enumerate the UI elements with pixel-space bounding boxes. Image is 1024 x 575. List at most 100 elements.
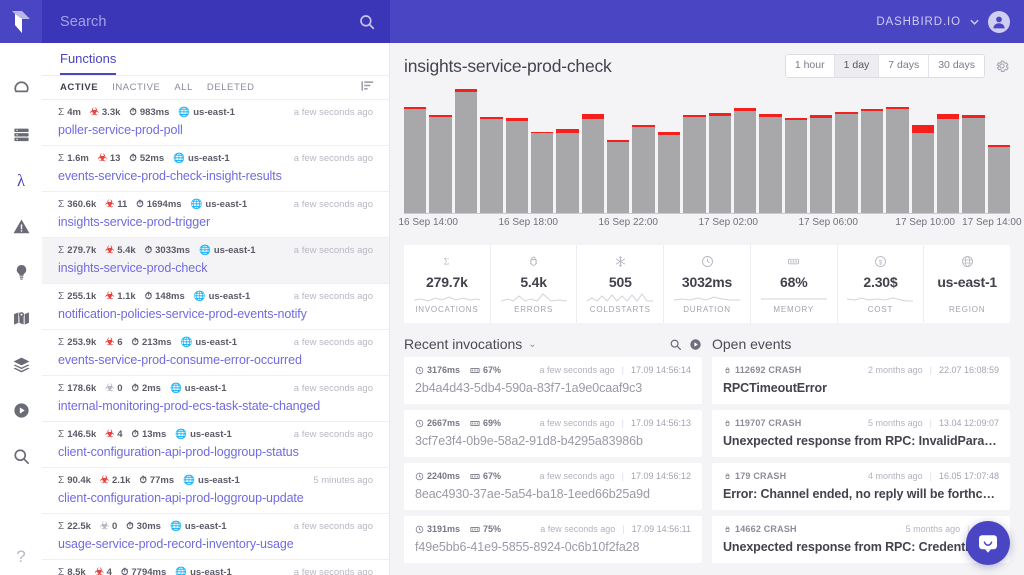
invocation-card[interactable]: 2240ms67%a few seconds ago|17.09 14:56:1… <box>404 463 702 510</box>
filter-deleted[interactable]: DELETED <box>207 82 255 93</box>
sidebar-item-play[interactable] <box>0 391 42 429</box>
chart-bar-error-cap <box>455 89 477 92</box>
sidebar-item-insights[interactable] <box>0 253 42 291</box>
chart-bar[interactable] <box>429 115 451 214</box>
sidebar-item-dashboard[interactable] <box>0 69 42 107</box>
function-name[interactable]: events-service-prod-consume-error-occurr… <box>58 353 373 367</box>
search-icon[interactable] <box>358 13 376 31</box>
global-search[interactable] <box>42 0 390 43</box>
time-range-1-day[interactable]: 1 day <box>835 55 880 77</box>
search-icon[interactable] <box>669 338 682 351</box>
invocations-chart[interactable]: 16 Sep 14:0016 Sep 18:0016 Sep 22:0017 S… <box>390 89 1024 239</box>
stat-coldstarts[interactable]: 505COLDSTARTS <box>577 245 664 323</box>
open-event-card[interactable]: 179 CRASH4 months ago|16.05 17:07:48Erro… <box>712 463 1010 510</box>
play-circle-icon[interactable] <box>689 338 702 351</box>
chart-bar[interactable] <box>759 114 781 214</box>
chart-bar[interactable] <box>632 125 654 214</box>
function-name[interactable]: internal-monitoring-prod-ecs-task-state-… <box>58 399 373 413</box>
stat-region[interactable]: us-east-1REGION <box>924 245 1010 323</box>
chart-bar[interactable] <box>480 117 502 215</box>
open-event-card[interactable]: 119707 CRASH5 months ago|13.04 12:09:07U… <box>712 410 1010 457</box>
function-list-item[interactable]: Σ146.5k☣4⏱13ms🌐us-east-1a few seconds ag… <box>42 422 389 468</box>
function-name[interactable]: client-configuration-api-prod-loggroup-s… <box>58 445 373 459</box>
function-name[interactable]: usage-service-prod-record-inventory-usag… <box>58 537 373 551</box>
filter-inactive[interactable]: INACTIVE <box>112 82 160 93</box>
settings-button[interactable] <box>994 58 1010 74</box>
recent-invocations-list[interactable]: 3176ms67%a few seconds ago|17.09 14:56:1… <box>404 357 702 575</box>
sidebar-item-resources[interactable] <box>0 115 42 153</box>
sidebar-item-layers[interactable] <box>0 345 42 383</box>
chart-bar[interactable] <box>861 109 883 214</box>
function-list-item[interactable]: Σ90.4k☣2.1k⏱77ms🌐us-east-15 minutes agoc… <box>42 468 389 514</box>
stat-memory[interactable]: 68%MEMORY <box>751 245 838 323</box>
chart-bar[interactable] <box>709 113 731 214</box>
function-metrics: Σ4m☣3.3k⏱983ms🌐us-east-1a few seconds ag… <box>58 107 373 118</box>
sidebar-item-map[interactable] <box>0 299 42 337</box>
main-content: insights-service-prod-check 1 hour1 day7… <box>390 43 1024 575</box>
chart-bar[interactable] <box>912 125 934 214</box>
time-range-30-days[interactable]: 30 days <box>929 55 984 77</box>
chart-bar[interactable] <box>886 107 908 215</box>
chart-bar[interactable] <box>937 114 959 214</box>
time-range-buttons[interactable]: 1 hour1 day7 days30 days <box>785 54 985 78</box>
function-name[interactable]: notification-policies-service-prod-event… <box>58 307 373 321</box>
sigma-icon: Σ <box>58 567 64 575</box>
avatar[interactable] <box>988 11 1010 33</box>
stat-errors[interactable]: 5.4kERRORS <box>491 245 578 323</box>
chart-bar[interactable] <box>404 107 426 215</box>
sort-button[interactable] <box>361 79 374 97</box>
chart-bar[interactable] <box>556 129 578 214</box>
time-range-1-hour[interactable]: 1 hour <box>786 55 835 77</box>
intercom-launcher[interactable] <box>966 521 1010 565</box>
invocation-card[interactable]: 3176ms67%a few seconds ago|17.09 14:56:1… <box>404 357 702 404</box>
function-name[interactable]: events-service-prod-check-insight-result… <box>58 169 373 183</box>
help-button[interactable]: ? <box>0 547 42 567</box>
function-list-item[interactable]: Σ22.5k☣0⏱30ms🌐us-east-1a few seconds ago… <box>42 514 389 560</box>
invocation-card[interactable]: 3191ms75%a few seconds ago|17.09 14:56:1… <box>404 516 702 563</box>
chart-bar[interactable] <box>607 140 629 214</box>
function-list-item[interactable]: Σ1.6m☣13⏱52ms🌐us-east-1a few seconds ago… <box>42 146 389 192</box>
function-name[interactable]: insights-service-prod-trigger <box>58 215 373 229</box>
function-list-item[interactable]: Σ4m☣3.3k⏱983ms🌐us-east-1a few seconds ag… <box>42 100 389 146</box>
function-list-item[interactable]: Σ8.5k☣4⏱7794ms🌐us-east-1a few seconds ag… <box>42 560 389 575</box>
bug-icon: ☣ <box>105 430 114 440</box>
tab-functions[interactable]: Functions <box>60 51 116 75</box>
chart-bar[interactable] <box>683 115 705 214</box>
chevron-down-icon[interactable]: ⌄ <box>528 339 536 350</box>
function-name[interactable]: insights-service-prod-check <box>58 261 373 275</box>
function-list-item[interactable]: Σ360.6k☣11⏱1694ms🌐us-east-1a few seconds… <box>42 192 389 238</box>
chart-bar[interactable] <box>658 132 680 215</box>
functions-list[interactable]: Σ4m☣3.3k⏱983ms🌐us-east-1a few seconds ag… <box>42 100 389 575</box>
function-list-item[interactable]: Σ178.6k☣0⏱2ms🌐us-east-1a few seconds ago… <box>42 376 389 422</box>
time-range-7-days[interactable]: 7 days <box>879 55 929 77</box>
chart-bar[interactable] <box>734 108 756 214</box>
invocation-card[interactable]: 2667ms69%a few seconds ago|17.09 14:56:1… <box>404 410 702 457</box>
search-input[interactable] <box>60 14 358 30</box>
sidebar-item-search[interactable] <box>0 437 42 475</box>
dashbird-logo[interactable] <box>0 0 42 43</box>
chart-bar[interactable] <box>810 115 832 214</box>
chart-bar[interactable] <box>531 132 553 215</box>
chart-bar[interactable] <box>988 145 1010 214</box>
function-name[interactable]: poller-service-prod-poll <box>58 123 373 137</box>
chart-bar[interactable] <box>785 118 807 214</box>
sidebar-item-functions[interactable]: λ <box>0 161 42 199</box>
stat-cost[interactable]: $2.30$COST <box>838 245 925 323</box>
last-updated: a few seconds ago <box>294 291 373 302</box>
chart-bar[interactable] <box>455 89 477 214</box>
sidebar-item-alarms[interactable] <box>0 207 42 245</box>
function-name[interactable]: client-configuration-api-prod-loggroup-u… <box>58 491 373 505</box>
function-list-item[interactable]: Σ279.7k☣5.4k⏱3033ms🌐us-east-1a few secon… <box>42 238 389 284</box>
function-list-item[interactable]: Σ253.9k☣6⏱213ms🌐us-east-1a few seconds a… <box>42 330 389 376</box>
chart-bar[interactable] <box>506 118 528 214</box>
chart-bar[interactable] <box>835 112 857 215</box>
stat-invocations[interactable]: Σ279.7kINVOCATIONS <box>404 245 491 323</box>
stat-duration[interactable]: 3032msDURATION <box>664 245 751 323</box>
function-list-item[interactable]: Σ255.1k☣1.1k⏱148ms🌐us-east-1a few second… <box>42 284 389 330</box>
chevron-down-icon[interactable] <box>970 19 979 25</box>
filter-all[interactable]: ALL <box>174 82 193 93</box>
open-event-card[interactable]: 112692 CRASH2 months ago|22.07 16:08:59R… <box>712 357 1010 404</box>
chart-bar[interactable] <box>582 114 604 214</box>
filter-active[interactable]: ACTIVE <box>60 82 98 93</box>
chart-bar[interactable] <box>962 115 984 214</box>
